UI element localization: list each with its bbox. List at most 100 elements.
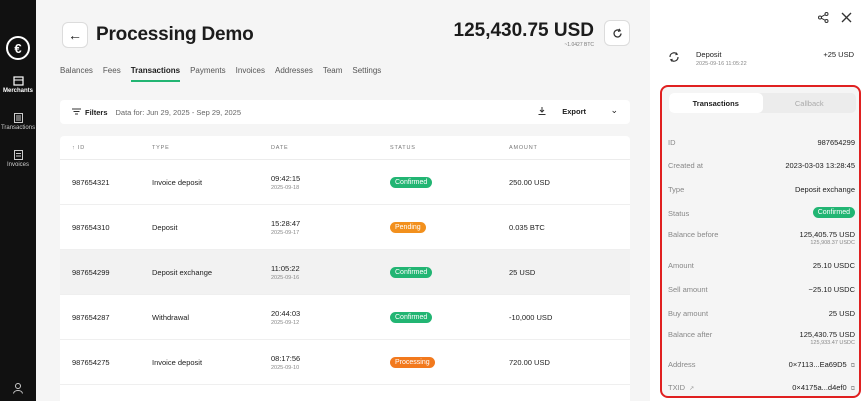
external-link-icon[interactable]: ↗: [689, 386, 694, 392]
tab-balances[interactable]: Balances: [60, 66, 93, 82]
sidebar-item-invoices[interactable]: Invoices: [0, 150, 36, 168]
refresh-button[interactable]: [604, 20, 630, 46]
txid-label: TXID: [668, 383, 686, 392]
row-date: 11:05:22 2025-09-16: [271, 264, 390, 281]
row-time: 11:05:22: [271, 263, 300, 273]
tab-transactions[interactable]: Transactions: [130, 66, 181, 82]
tab-invoices[interactable]: Invoices: [236, 66, 265, 82]
chevron-down-icon[interactable]: ⌄: [610, 105, 618, 116]
tab-settings[interactable]: Settings: [352, 66, 381, 82]
status-badge: Confirmed: [390, 266, 433, 278]
col-id-header[interactable]: ↑ ID: [60, 145, 152, 151]
row-status: Processing: [390, 356, 509, 368]
app-sidebar: € Merchants Transactions Invoices: [0, 0, 36, 401]
details-card: Transactions Callback ID 987654299 Creat…: [660, 85, 861, 398]
filter-bar: Filters Data for: Jun 29, 2025 - Sep 29,…: [60, 100, 630, 124]
download-icon: [538, 107, 546, 117]
status-badge: Confirmed: [390, 176, 433, 188]
row-id: 987654275: [72, 357, 110, 367]
export-button[interactable]: Export: [562, 107, 586, 116]
row-type: Deposit exchange: [152, 267, 213, 277]
row-amount: 0.035 BTC: [509, 222, 545, 232]
transactions-table: ↑ ID TYPE DATE STATUS AMOUNT 987654321 I…: [60, 136, 630, 401]
copy-icon[interactable]: ⧉: [851, 386, 855, 392]
col-amount-header: AMOUNT: [509, 144, 538, 151]
row-amount: 250.00 USD: [509, 177, 550, 187]
row-type: Deposit: [152, 222, 178, 232]
deposit-amount: +25 USD: [823, 50, 854, 59]
sidebar-item-label: Invoices: [6, 162, 29, 168]
table-row[interactable]: 987654287 Withdrawal 20:44:03 2025-09-12 …: [60, 295, 630, 340]
tab-team[interactable]: Team: [323, 66, 343, 82]
status-badge: Confirmed: [812, 207, 855, 218]
col-date-header: DATE: [271, 144, 289, 151]
exchange-icon: [668, 51, 680, 66]
status-badge: Processing: [390, 356, 435, 368]
status-badge: Pending: [390, 221, 426, 233]
row-id: 987654299: [72, 267, 110, 277]
sidebar-item-label: Transactions: [0, 125, 36, 131]
table-row[interactable]: 987654310 Deposit 15:28:47 2025-09-17 Pen…: [60, 205, 630, 250]
row-status: Pending: [390, 221, 509, 233]
col-status-header: STATUS: [390, 144, 416, 151]
row-id: 987654287: [72, 312, 110, 322]
row-day: 2025-09-17: [271, 229, 300, 236]
balance-btc: ~1.0427 BTC: [564, 42, 594, 48]
address-value: 0×7113...Ea69D5: [788, 360, 847, 369]
total-balance: 125,430.75 USD: [453, 20, 595, 41]
copy-icon[interactable]: ⧉: [851, 363, 855, 369]
status-badge: Confirmed: [390, 311, 433, 323]
tab-callback[interactable]: Callback: [763, 93, 857, 113]
close-icon[interactable]: [841, 11, 852, 26]
sidebar-item-merchants[interactable]: Merchants: [0, 76, 36, 94]
filters-button[interactable]: Filters: [85, 108, 108, 117]
row-status: Confirmed: [390, 266, 509, 278]
row-time: 08:17:56: [271, 353, 301, 363]
row-time: 09:42:15: [271, 173, 301, 183]
table-row-selected[interactable]: 987654299 Deposit exchange 11:05:22 2025-…: [60, 250, 630, 295]
share-icon[interactable]: [818, 11, 829, 26]
arrow-left-icon: ←: [68, 27, 82, 43]
col-type-header: TYPE: [152, 144, 170, 151]
row-day: 2025-09-10: [271, 364, 300, 371]
row-type: Invoice deposit: [152, 357, 203, 367]
tab-transactions-detail[interactable]: Transactions: [669, 93, 763, 113]
row-amount: 720.00 USD: [509, 357, 550, 367]
main-content: ← Processing Demo 125,430.75 USD ~1.0427…: [36, 0, 650, 401]
page-title: Processing Demo: [96, 24, 254, 45]
row-date: 09:42:15 2025-09-18: [271, 174, 390, 191]
row-amount: 25 USD: [509, 267, 536, 277]
table-header: ↑ ID TYPE DATE STATUS AMOUNT: [60, 136, 630, 160]
row-date: 15:28:47 2025-09-17: [271, 219, 390, 236]
tab-fees[interactable]: Fees: [103, 66, 121, 82]
app-logo[interactable]: €: [6, 36, 30, 60]
row-type: Withdrawal: [152, 312, 190, 322]
row-status: Confirmed: [390, 311, 509, 323]
row-date: 20:44:03 2025-09-12: [271, 309, 390, 326]
tab-payments[interactable]: Payments: [190, 66, 226, 82]
doc-icon: [13, 150, 23, 160]
detail-tabs: Transactions Callback: [669, 93, 856, 113]
list-icon: [13, 113, 23, 123]
sidebar-item-label: Merchants: [2, 88, 33, 94]
table-row[interactable]: 987654275 Invoice deposit 08:17:56 2025-0…: [60, 340, 630, 385]
row-id: 987654310: [72, 222, 110, 232]
table-row[interactable]: 987654321 Invoice deposit 09:42:15 2025-0…: [60, 160, 630, 205]
row-date: 08:17:56 2025-09-10: [271, 354, 390, 371]
sidebar-item-transactions[interactable]: Transactions: [0, 113, 36, 131]
deposit-date: 2025-09-16 11:05:22: [696, 61, 747, 67]
filter-icon[interactable]: [72, 108, 81, 117]
panel-actions: [818, 11, 852, 26]
row-amount: -10,000 USD: [509, 312, 553, 322]
user-icon[interactable]: [12, 381, 24, 399]
txid-value: 0×4175a...d4ef0: [792, 383, 847, 392]
tab-addresses[interactable]: Addresses: [275, 66, 313, 82]
row-status: Confirmed: [390, 176, 509, 188]
transaction-detail-panel: Deposit 2025-09-16 11:05:22 +25 USD Tran…: [650, 0, 866, 401]
row-type: Invoice deposit: [152, 177, 203, 187]
row-day: 2025-09-18: [271, 184, 300, 191]
row-day: 2025-09-12: [271, 319, 300, 326]
store-icon: [12, 76, 24, 86]
back-button[interactable]: ←: [62, 22, 88, 48]
row-time: 15:28:47: [271, 218, 301, 228]
